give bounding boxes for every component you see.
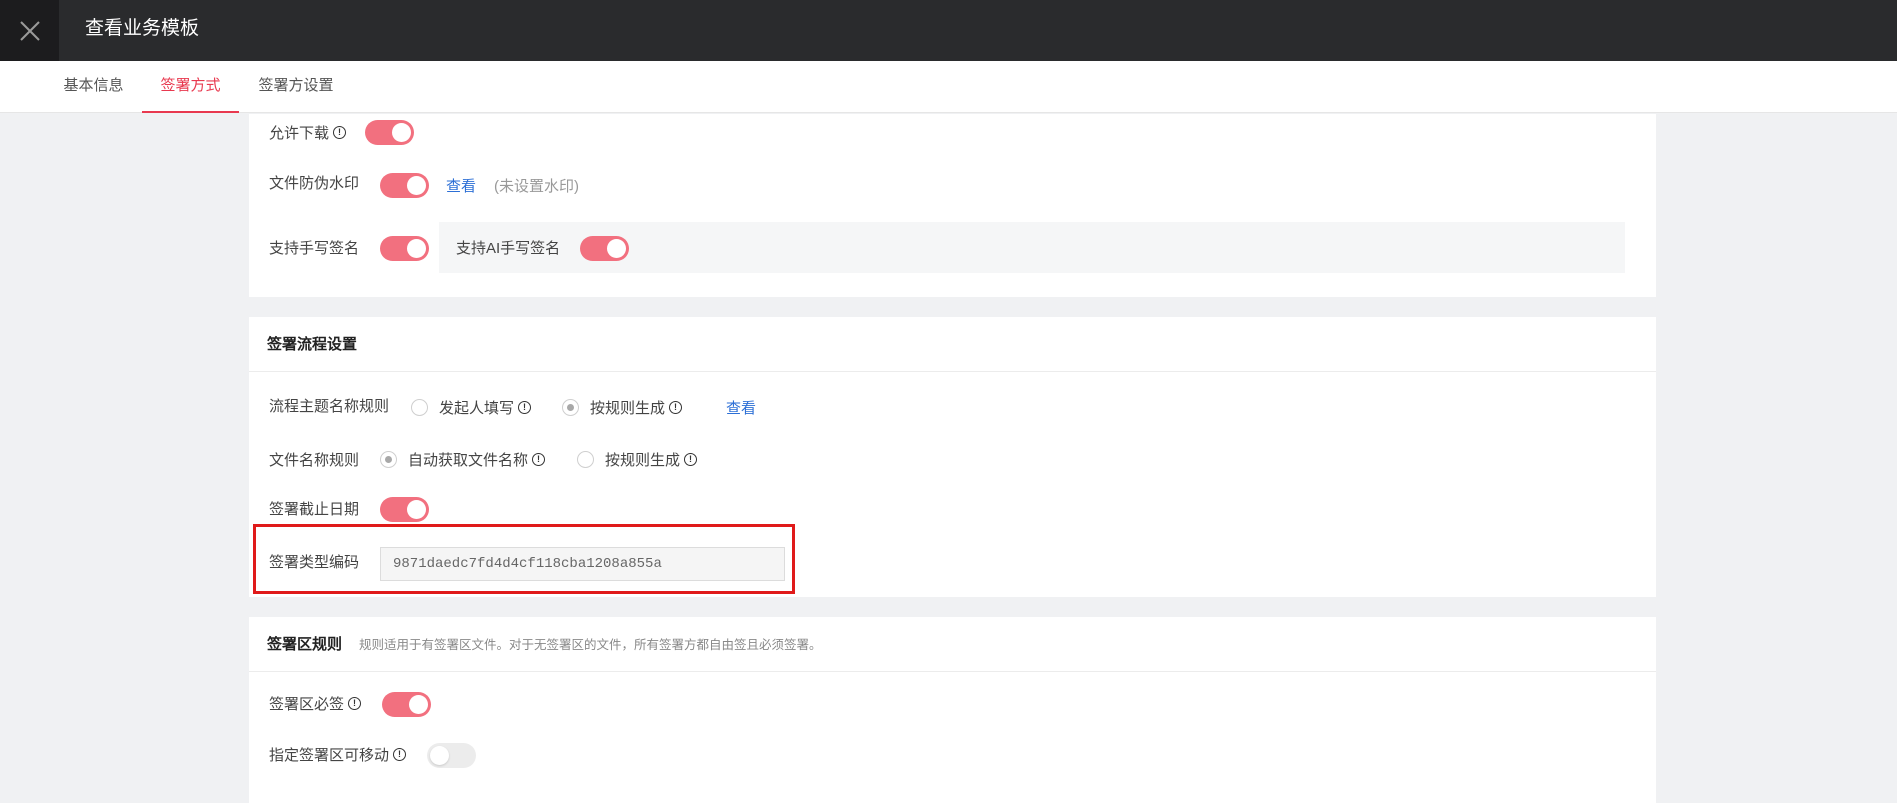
handwriting-switch[interactable] <box>380 236 429 261</box>
watermark-view-link[interactable]: 查看 <box>446 175 476 196</box>
info-icon: ! <box>669 400 683 414</box>
tab-basic-info[interactable]: 基本信息 <box>62 61 125 113</box>
filename-radio-rule[interactable] <box>577 451 594 468</box>
highlight-box <box>253 524 795 594</box>
tab-signing-method[interactable]: 签署方式 <box>142 61 239 113</box>
deadline-label: 签署截止日期 <box>269 500 360 518</box>
area-movable-switch[interactable] <box>427 743 476 768</box>
area-movable-label: 指定签署区可移动 <box>269 746 390 764</box>
watermark-switch[interactable] <box>380 173 429 198</box>
area-required-switch[interactable] <box>382 692 431 717</box>
area-required-label: 签署区必签 <box>269 695 345 713</box>
filename-option-auto[interactable]: 自动获取文件名称 <box>408 449 528 470</box>
subject-radio-initiator[interactable] <box>411 399 428 416</box>
watermark-status: (未设置水印) <box>494 177 580 195</box>
subject-option-initiator[interactable]: 发起人填写 <box>439 397 514 418</box>
close-icon <box>19 20 40 41</box>
area-rules-title: 签署区规则 <box>267 636 343 653</box>
watermark-label: 文件防伪水印 <box>269 174 360 192</box>
subject-option-rule[interactable]: 按规则生成 <box>590 397 665 418</box>
allow-download-label: 允许下载 <box>269 124 330 142</box>
info-icon: ! <box>393 747 407 761</box>
info-icon: ! <box>684 452 698 466</box>
filename-radio-auto[interactable] <box>380 451 397 468</box>
info-icon: ! <box>532 452 546 466</box>
info-icon: ! <box>333 125 347 139</box>
tab-bar: 基本信息 签署方式 签署方设置 <box>0 61 1897 113</box>
signing-options-card: 允许下载 ! 文件防伪水印 查看 (未设置水印) 支持手写签名 支持AI手写签名 <box>249 114 1656 297</box>
top-bar: 查看业务模板 <box>0 0 1897 61</box>
area-rules-card: 签署区规则 规则适用于有签署区文件。对于无签署区的文件，所有签署方都自由签且必须… <box>249 617 1656 803</box>
page-title: 查看业务模板 <box>85 18 200 39</box>
info-icon: ! <box>348 696 362 710</box>
subject-view-link[interactable]: 查看 <box>726 397 756 418</box>
filename-option-rule[interactable]: 按规则生成 <box>605 449 680 470</box>
info-icon: ! <box>518 400 532 414</box>
flow-settings-title: 签署流程设置 <box>267 336 358 353</box>
handwriting-label: 支持手写签名 <box>269 239 360 257</box>
filename-rule-label: 文件名称规则 <box>269 451 360 469</box>
deadline-switch[interactable] <box>380 497 429 522</box>
subject-radio-rule[interactable] <box>562 399 579 416</box>
subject-rule-label: 流程主题名称规则 <box>269 397 390 415</box>
close-button[interactable] <box>0 0 59 61</box>
area-rules-subtitle: 规则适用于有签署区文件。对于无签署区的文件，所有签署方都自由签且必须签署。 <box>359 638 822 652</box>
ai-handwriting-switch[interactable] <box>580 236 629 261</box>
tab-signer-settings[interactable]: 签署方设置 <box>256 61 336 113</box>
ai-handwriting-label: 支持AI手写签名 <box>456 239 561 257</box>
allow-download-switch[interactable] <box>365 120 414 145</box>
